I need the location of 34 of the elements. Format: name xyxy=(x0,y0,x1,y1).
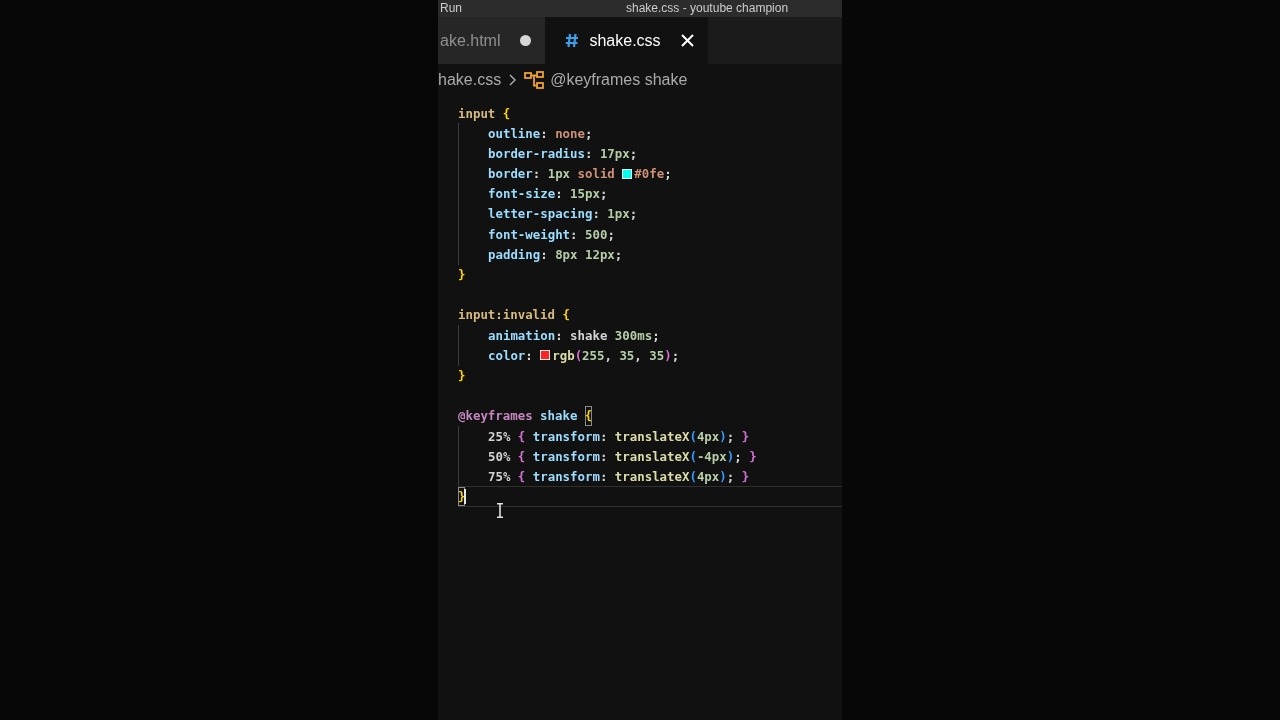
color-swatch-icon[interactable] xyxy=(622,168,633,179)
code-line: @keyframes shake { xyxy=(458,405,594,427)
code-line: letter-spacing: 1px; xyxy=(488,205,639,224)
chevron-right-icon xyxy=(509,74,517,86)
code-line: 50% { transform: translateX(-4px); } xyxy=(488,447,758,466)
menu-item[interactable]: Run xyxy=(440,1,462,16)
code-line: 25% { transform: translateX(4px); } xyxy=(488,427,751,446)
code-text: border: 1px solid xyxy=(488,165,616,184)
linked-boxes-icon xyxy=(524,71,545,89)
unsaved-dot-icon xyxy=(520,35,532,46)
code-line: } xyxy=(458,486,842,508)
editor-tab[interactable]: ake.html xyxy=(438,17,546,64)
code-line: animation: shake 300ms; xyxy=(488,326,661,345)
code-line: input { xyxy=(458,104,512,123)
editor-tab[interactable]: shake.css xyxy=(545,17,708,64)
code-line: input:invalid { xyxy=(458,306,571,325)
code-text: color: xyxy=(488,346,534,365)
hash-icon xyxy=(565,33,580,48)
code-line: font-size: 15px; xyxy=(488,185,609,204)
code-line: font-weight: 500; xyxy=(488,225,616,244)
close-icon[interactable] xyxy=(680,34,694,47)
code-line: } xyxy=(458,266,467,284)
code-line: outline: none; xyxy=(488,124,594,143)
code-line: padding: 8px 12px; xyxy=(488,245,624,264)
text-pointer-icon xyxy=(496,503,504,518)
code-text: rgb(255, 35, 35); xyxy=(552,346,680,365)
code-text: #0fe; xyxy=(634,165,672,184)
code-line: 75% { transform: translateX(4px); } xyxy=(488,467,751,486)
code-line: border-radius: 17px; xyxy=(488,144,639,163)
breadcrumb-item[interactable]: @keyframes shake xyxy=(524,71,688,89)
window-title: shake.css - youtube champion xyxy=(626,1,790,16)
color-swatch-icon[interactable] xyxy=(540,350,551,361)
code-line: } xyxy=(458,366,467,385)
breadcrumb-item[interactable]: hake.css xyxy=(438,71,502,89)
